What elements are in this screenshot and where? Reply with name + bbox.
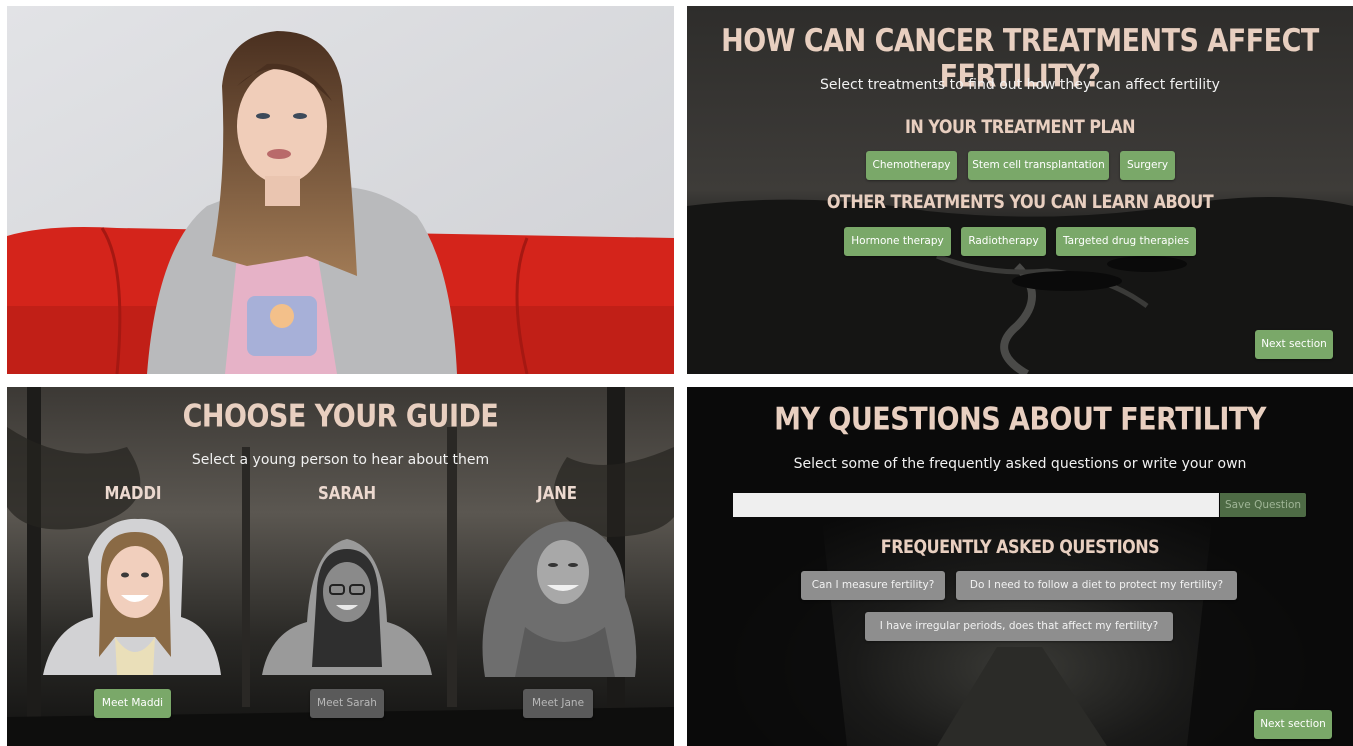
presenter-photo [7, 6, 674, 374]
other-treatments-heading: OTHER TREATMENTS YOU CAN LEARN ABOUT [826, 190, 1214, 213]
faq-irregular-periods-button[interactable]: I have irregular periods, does that affe… [865, 612, 1173, 641]
guide-title: CHOOSE YOUR GUIDE [182, 398, 499, 435]
radiotherapy-button[interactable]: Radiotherapy [961, 227, 1046, 256]
guide-subtitle: Select a young person to hear about them [191, 452, 490, 468]
treatments-subtitle: Select treatments to find out how they c… [820, 77, 1220, 93]
guide-name-sarah: SARAH [317, 482, 377, 504]
treatments-screen: HOW CAN CANCER TREATMENTS AFFECT FERTILI… [687, 6, 1353, 374]
road-background [687, 387, 1353, 746]
faq-title: MY QUESTIONS ABOUT FERTILITY [774, 401, 1266, 438]
question-input[interactable] [733, 493, 1219, 517]
surgery-button[interactable]: Surgery [1120, 151, 1175, 180]
maddi-portrait[interactable] [43, 517, 223, 675]
faq-subtitle: Select some of the frequently asked ques… [793, 456, 1247, 472]
jane-portrait[interactable] [475, 517, 643, 677]
next-section-button-faq[interactable]: Next section [1254, 710, 1332, 739]
meet-jane-button[interactable]: Meet Jane [523, 689, 593, 718]
guide-name-maddi: MADDI [104, 482, 162, 504]
choose-guide-screen: CHOOSE YOUR GUIDE Select a young person … [7, 387, 674, 746]
presenter-video-frame [7, 6, 674, 374]
hormone-therapy-button[interactable]: Hormone therapy [844, 227, 951, 256]
next-section-button[interactable]: Next section [1255, 330, 1333, 359]
meet-maddi-button[interactable]: Meet Maddi [94, 689, 171, 718]
sarah-portrait[interactable] [262, 537, 432, 675]
faq-measure-fertility-button[interactable]: Can I measure fertility? [801, 571, 945, 600]
meet-sarah-button[interactable]: Meet Sarah [310, 689, 384, 718]
chemotherapy-button[interactable]: Chemotherapy [866, 151, 957, 180]
fertility-questions-screen: MY QUESTIONS ABOUT FERTILITY Select some… [687, 387, 1353, 746]
guide-name-jane: JANE [537, 482, 577, 504]
targeted-drug-therapies-button[interactable]: Targeted drug therapies [1056, 227, 1196, 256]
save-question-button[interactable]: Save Question [1220, 493, 1306, 517]
plan-heading: IN YOUR TREATMENT PLAN [904, 115, 1136, 138]
faq-diet-button[interactable]: Do I need to follow a diet to protect my… [956, 571, 1237, 600]
stem-cell-transplantation-button[interactable]: Stem cell transplantation [968, 151, 1109, 180]
faq-heading: FREQUENTLY ASKED QUESTIONS [880, 535, 1160, 558]
